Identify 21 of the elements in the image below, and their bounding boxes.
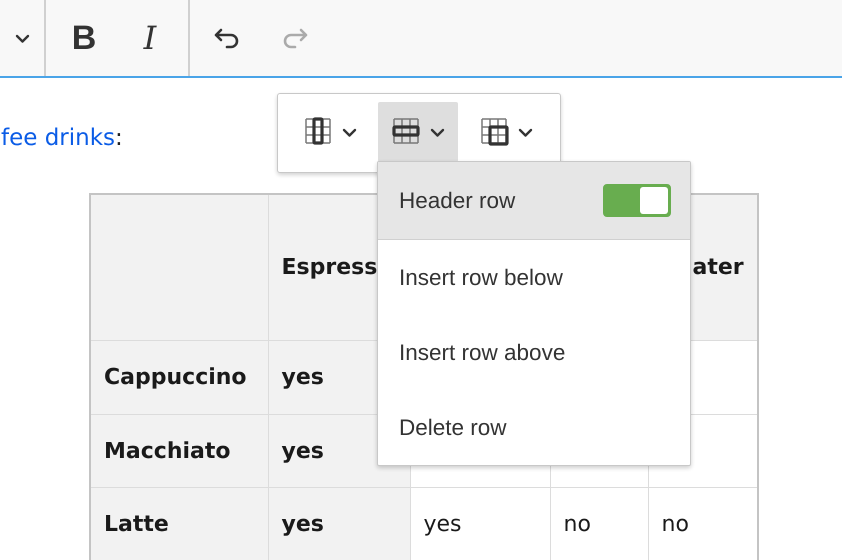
row-button[interactable] [378,102,458,162]
header-cell: Cappuccino [90,340,268,414]
caret-icon [14,32,30,44]
header-cell: yes [268,488,410,560]
merge-cells-icon [480,117,510,147]
header-cell: Macchiato [90,414,268,488]
link[interactable]: fee drinks [1,125,116,151]
table-cell: no [648,488,758,560]
header-cell: Latte [90,488,268,560]
caret-icon [430,126,444,138]
caret-icon [518,126,532,138]
table-row-icon [392,117,422,147]
bold-button[interactable]: B [56,10,112,66]
italic-button[interactable]: I [122,10,178,66]
table-cell: yes [410,488,550,560]
caret-icon [342,126,356,138]
menu-item[interactable]: Header row [378,162,690,240]
toggle-switch[interactable] [603,184,671,217]
table-column-icon [304,117,334,147]
table-cell: no [550,488,648,560]
paragraph-text: : [115,124,123,153]
